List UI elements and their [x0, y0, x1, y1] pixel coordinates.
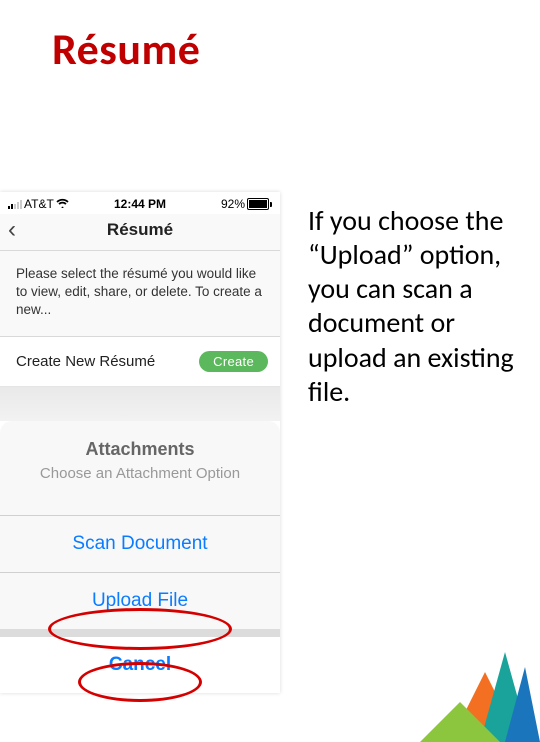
- carrier-label: AT&T: [24, 197, 54, 211]
- scan-document-option[interactable]: Scan Document: [0, 516, 280, 572]
- phone-screenshot: AT&T 12:44 PM 92% ‹ Résumé Please select…: [0, 192, 280, 693]
- nav-bar: ‹ Résumé: [0, 214, 280, 251]
- status-time: 12:44 PM: [96, 197, 184, 211]
- instruction-text: Please select the résumé you would like …: [0, 251, 280, 337]
- create-button[interactable]: Create: [199, 351, 268, 372]
- ios-status-bar: AT&T 12:44 PM 92%: [0, 192, 280, 214]
- signal-icon: [8, 199, 22, 209]
- wifi-icon: [56, 197, 69, 211]
- back-icon[interactable]: ‹: [8, 216, 16, 244]
- action-sheet: Attachments Choose an Attachment Option …: [0, 421, 280, 630]
- battery-percent: 92%: [221, 197, 245, 211]
- battery-icon: [247, 198, 272, 210]
- create-label: Create New Résumé: [16, 353, 155, 370]
- upload-file-option[interactable]: Upload File: [0, 573, 280, 629]
- create-row: Create New Résumé Create: [0, 337, 280, 387]
- decorative-corner-icon: [390, 612, 540, 742]
- sheet-title: Attachments: [20, 439, 260, 460]
- nav-title: Résumé: [107, 220, 173, 239]
- slide-title: Résumé: [52, 22, 540, 76]
- cancel-button[interactable]: Cancel: [0, 637, 280, 693]
- sheet-subtitle: Choose an Attachment Option: [20, 464, 260, 484]
